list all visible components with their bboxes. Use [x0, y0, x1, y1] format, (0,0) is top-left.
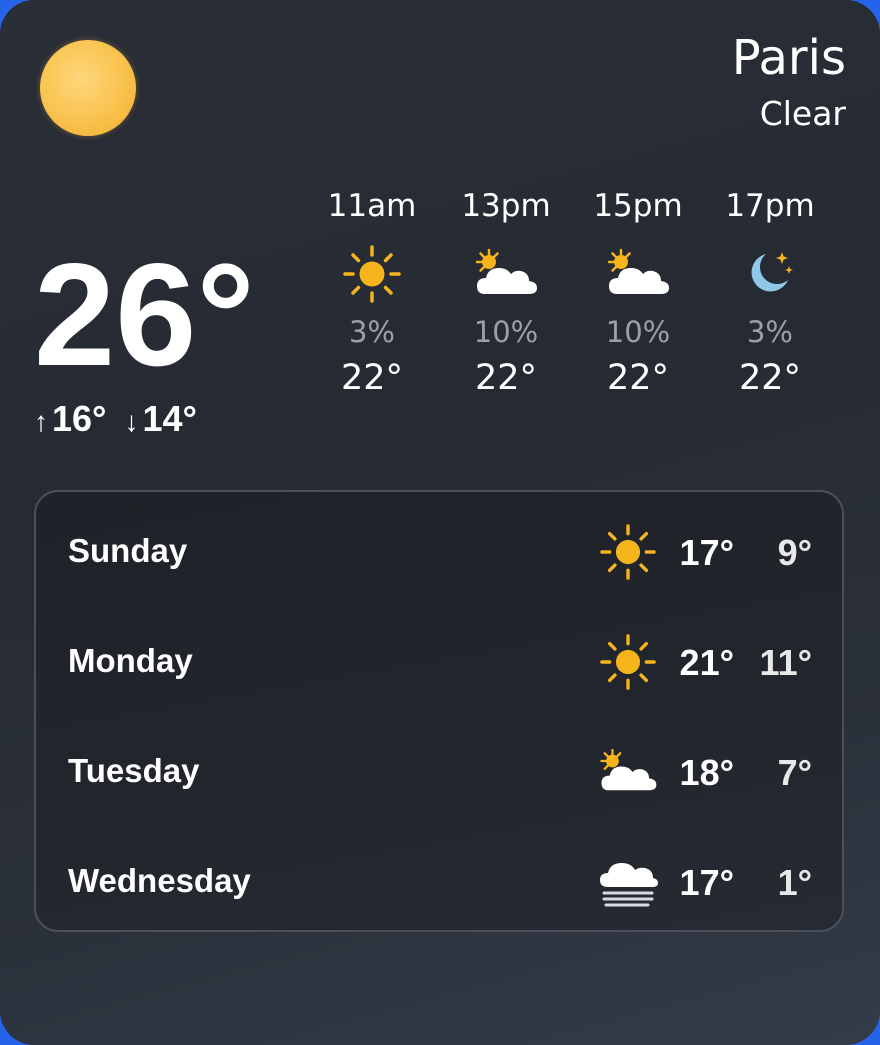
- sun-icon: [306, 238, 438, 310]
- hour-precipitation: 10%: [473, 315, 539, 349]
- partly-cloudy-icon: [572, 238, 704, 310]
- hourly-item: 17pm 3% 22°: [704, 186, 836, 398]
- arrow-down-icon: ↓: [124, 406, 139, 437]
- partly-cloudy-icon: [440, 238, 572, 310]
- hour-precipitation: 3%: [348, 315, 395, 349]
- hourly-item: 13pm 10% 22°: [440, 186, 572, 398]
- sun-icon: [596, 522, 660, 582]
- hourly-forecast: 11am 3% 22° 13pm 10% 22° 15pm 10% 22° 17…: [306, 186, 836, 426]
- hour-temperature: 22°: [738, 358, 802, 398]
- day-high-temp: 17°: [679, 532, 734, 573]
- arrow-up-icon: ↑: [34, 406, 48, 437]
- hourly-item: 15pm 10% 22°: [572, 186, 704, 398]
- city-name: Paris: [731, 30, 846, 86]
- day-low-temp: 9°: [777, 532, 812, 573]
- day-high-temp: 17°: [679, 862, 734, 903]
- current-condition: Clear: [759, 94, 846, 133]
- daily-forecast: Sunday 17° 9° Monday 21° 11° Tuesday 18°…: [34, 490, 844, 932]
- sun-icon: [40, 40, 136, 136]
- weather-card: Paris Clear 26° ↑ 16° ↓ 14° 11am 3% 22° …: [0, 0, 880, 1045]
- hour-temperature: 22°: [474, 358, 538, 398]
- fog-icon: [596, 852, 660, 912]
- hour-precipitation: 10%: [605, 315, 671, 349]
- today-high: 16°: [52, 398, 107, 439]
- hour-precipitation: 3%: [746, 315, 793, 349]
- daily-row: Tuesday 18° 7°: [36, 716, 842, 826]
- hour-temperature: 22°: [340, 358, 404, 398]
- today-low: 14°: [142, 398, 197, 439]
- daily-row: Sunday 17° 9°: [36, 496, 842, 606]
- day-name: Wednesday: [68, 862, 251, 899]
- day-name: Tuesday: [68, 752, 200, 789]
- day-name: Monday: [68, 642, 193, 679]
- hour-temperature: 22°: [606, 358, 670, 398]
- sun-icon: [596, 632, 660, 692]
- day-low-temp: 7°: [777, 752, 812, 793]
- day-low-temp: 11°: [759, 642, 812, 683]
- day-high-temp: 21°: [679, 642, 734, 683]
- day-high-temp: 18°: [679, 752, 734, 793]
- current-temperature: 26°: [34, 233, 255, 396]
- high-low-summary: ↑ 16° ↓ 14°: [34, 398, 197, 440]
- hour-time: 17pm: [725, 188, 815, 224]
- hour-time: 15pm: [593, 188, 683, 224]
- daily-row: Wednesday 17° 1°: [36, 826, 842, 936]
- partly-cloudy-icon: [596, 742, 660, 802]
- hour-time: 13pm: [461, 188, 551, 224]
- day-name: Sunday: [68, 532, 188, 569]
- day-low-temp: 1°: [777, 862, 812, 903]
- moon-stars-icon: [704, 238, 836, 310]
- hourly-item: 11am 3% 22°: [306, 186, 438, 398]
- daily-row: Monday 21° 11°: [36, 606, 842, 716]
- hour-time: 11am: [327, 188, 417, 224]
